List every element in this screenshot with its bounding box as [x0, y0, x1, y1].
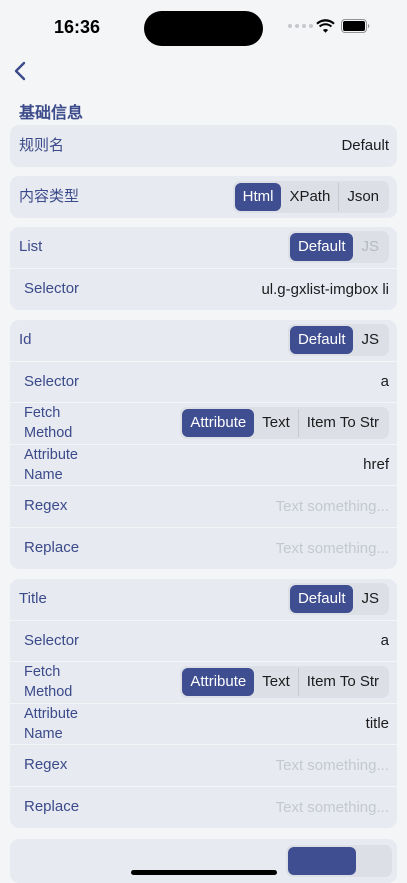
content-type-row: 内容类型 Html XPath Json: [10, 176, 397, 218]
id-attribute-name-value[interactable]: href: [363, 456, 389, 473]
title-mode-js[interactable]: JS: [353, 585, 387, 613]
status-bar: 16:36: [0, 0, 407, 56]
id-mode-default[interactable]: Default: [289, 326, 354, 355]
title-regex-input[interactable]: Text something...: [276, 757, 389, 774]
id-regex-label: Regex: [24, 497, 68, 515]
rule-name-label: 规则名: [19, 136, 65, 154]
wifi-icon: [316, 19, 335, 33]
rule-name-card: 规则名 Default: [10, 125, 397, 167]
content-type-xpath[interactable]: XPath: [281, 183, 338, 211]
list-mode-segmented-control[interactable]: Default JS: [287, 231, 389, 264]
id-attribute-name-row[interactable]: Attribute Name href: [10, 445, 397, 486]
title-fetch-method-row: Fetch Method Attribute Text Item To Str: [10, 662, 397, 704]
id-row: Id Default JS: [10, 320, 397, 362]
content-type-card: 内容类型 Html XPath Json: [10, 176, 397, 218]
list-row: List Default JS: [10, 227, 397, 269]
id-selector-value[interactable]: a: [381, 373, 389, 390]
title-fetch-item-to-str[interactable]: Item To Str: [299, 668, 387, 696]
cellular-signal-icon: [288, 24, 313, 28]
title-replace-label: Replace: [24, 798, 80, 816]
next-field-mode-segmented-control[interactable]: [286, 845, 392, 877]
title-attribute-name-label: Attribute Name: [24, 705, 78, 742]
title-label: Title: [19, 590, 47, 608]
id-replace-input[interactable]: Text something...: [276, 540, 389, 557]
list-mode-js: JS: [361, 238, 379, 256]
id-mode-segmented-control[interactable]: Default JS: [287, 324, 389, 357]
title-mode-segmented-control[interactable]: Default JS: [287, 583, 389, 616]
id-replace-label: Replace: [24, 539, 80, 557]
list-selector-label: Selector: [24, 280, 80, 298]
title-selector-value[interactable]: a: [381, 632, 389, 649]
id-mode-js[interactable]: JS: [353, 326, 387, 354]
list-selector-row[interactable]: Selector ul.g-gxlist-imgbox li: [10, 269, 397, 311]
id-fetch-text[interactable]: Text: [254, 409, 298, 437]
title-fetch-method-segmented-control[interactable]: Attribute Text Item To Str: [180, 666, 389, 699]
dynamic-island: [144, 11, 263, 46]
title-selector-row[interactable]: Selector a: [10, 621, 397, 662]
id-regex-input[interactable]: Text something...: [276, 498, 389, 515]
title-card: Title Default JS Selector a Fetch Method…: [10, 579, 397, 828]
next-field-card: [10, 839, 397, 883]
title-fetch-attribute[interactable]: Attribute: [182, 668, 255, 697]
next-field-mode-selected: [288, 847, 356, 875]
list-mode-default[interactable]: Default: [289, 233, 354, 262]
list-label: List: [19, 238, 43, 256]
title-regex-row[interactable]: Regex Text something...: [10, 745, 397, 787]
title-fetch-method-label: Fetch Method: [24, 664, 73, 701]
id-replace-row[interactable]: Replace Text something...: [10, 528, 397, 570]
id-selector-label: Selector: [24, 372, 80, 390]
title-fetch-text[interactable]: Text: [254, 668, 298, 696]
title-regex-label: Regex: [24, 756, 68, 774]
title-attribute-name-value[interactable]: title: [366, 715, 389, 732]
content-type-segmented-control[interactable]: Html XPath Json: [232, 180, 389, 213]
title-replace-input[interactable]: Text something...: [276, 799, 389, 816]
rule-name-value[interactable]: Default: [341, 137, 389, 154]
id-attribute-name-label: Attribute Name: [24, 446, 78, 483]
rule-name-row[interactable]: 规则名 Default: [10, 125, 397, 167]
title-replace-row[interactable]: Replace Text something...: [10, 787, 397, 829]
id-label: Id: [19, 331, 32, 349]
id-selector-row[interactable]: Selector a: [10, 362, 397, 403]
id-regex-row[interactable]: Regex Text something...: [10, 486, 397, 528]
content-type-label: 内容类型: [19, 187, 80, 205]
title-attribute-name-row[interactable]: Attribute Name title: [10, 704, 397, 745]
id-card: Id Default JS Selector a Fetch Method At…: [10, 320, 397, 569]
list-selector-value[interactable]: ul.g-gxlist-imgbox li: [261, 281, 389, 298]
id-fetch-method-row: Fetch Method Attribute Text Item To Str: [10, 403, 397, 445]
home-indicator: [131, 870, 277, 875]
content-type-html[interactable]: Html: [234, 182, 282, 211]
id-fetch-method-segmented-control[interactable]: Attribute Text Item To Str: [180, 407, 389, 440]
section-title: 基础信息: [19, 105, 84, 122]
title-selector-label: Selector: [24, 631, 80, 649]
battery-icon: [341, 19, 370, 33]
id-fetch-method-label: Fetch Method: [24, 405, 73, 442]
id-fetch-item-to-str[interactable]: Item To Str: [299, 409, 387, 437]
list-card: List Default JS Selector ul.g-gxlist-img…: [10, 227, 397, 310]
status-time: 16:36: [54, 17, 101, 37]
id-fetch-attribute[interactable]: Attribute: [182, 409, 255, 438]
title-row: Title Default JS: [10, 579, 397, 621]
back-button[interactable]: [8, 58, 32, 84]
title-mode-default[interactable]: Default: [289, 585, 354, 614]
chevron-left-icon: [14, 61, 26, 81]
content-type-json[interactable]: Json: [339, 183, 387, 211]
